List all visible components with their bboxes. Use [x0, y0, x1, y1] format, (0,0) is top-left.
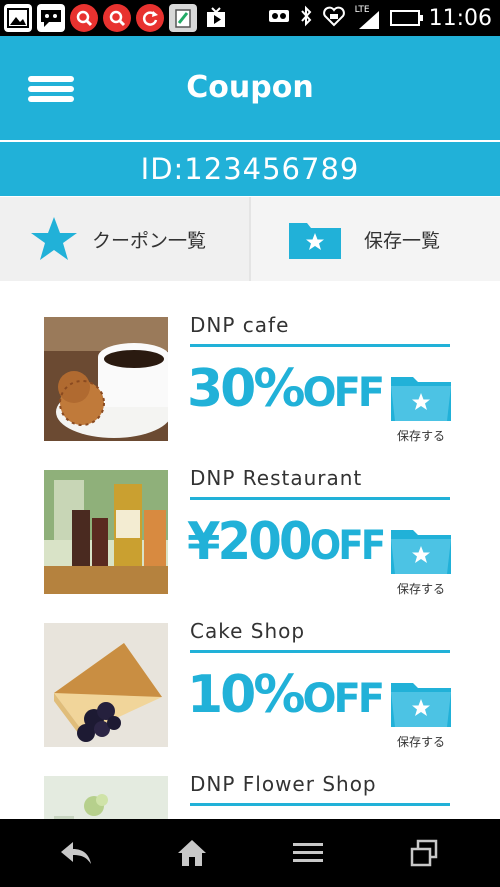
discount-value: 30%	[187, 359, 305, 419]
media-play-icon	[202, 4, 230, 32]
system-status-icons: LTE 11:06	[268, 0, 492, 36]
back-icon[interactable]	[46, 833, 106, 873]
discount-text: ¥200OFF	[187, 512, 386, 572]
search-app-icon	[70, 4, 98, 32]
status-bar: LTE 11:06	[0, 0, 500, 36]
notification-icons	[4, 4, 230, 32]
menu-icon[interactable]	[278, 833, 338, 873]
home-icon[interactable]	[162, 833, 222, 873]
sync-icon	[136, 4, 164, 32]
divider	[190, 344, 450, 347]
clock: 11:06	[428, 5, 492, 31]
divider	[190, 650, 450, 653]
gallery-icon	[4, 4, 32, 32]
coupon-image-coffee	[44, 317, 168, 441]
divider	[190, 497, 450, 500]
recent-apps-icon[interactable]	[394, 833, 454, 873]
coupon-image-cheesecake	[44, 623, 168, 747]
shop-name: DNP cafe	[190, 313, 290, 337]
bluetooth-icon	[299, 5, 313, 31]
folder-star-icon	[391, 530, 451, 574]
tab-saved-list[interactable]: 保存一覧	[251, 197, 500, 281]
coupon-item[interactable]: Cake Shop 10%OFF 保存する	[0, 587, 500, 749]
discount-suffix: OFF	[302, 676, 385, 722]
coupon-image-restaurant	[44, 470, 168, 594]
discount-text: 30%OFF	[187, 359, 385, 419]
folder-star-icon	[288, 218, 342, 260]
voicemail-icon	[268, 8, 290, 28]
coupon-item[interactable]: DNP Restaurant ¥200OFF 保存する	[0, 434, 500, 596]
heart-shield-icon	[322, 5, 346, 31]
message-icon	[37, 4, 65, 32]
tab-label: クーポン一覧	[92, 229, 207, 252]
shop-name: DNP Restaurant	[190, 466, 363, 490]
page-title: Coupon	[186, 70, 314, 105]
coupon-item[interactable]: DNP cafe 30%OFF 保存する	[0, 281, 500, 443]
battery-icon	[389, 10, 423, 26]
tab-label: 保存一覧	[364, 229, 441, 252]
coupon-image-flower	[44, 776, 168, 819]
tab-coupon-list[interactable]: クーポン一覧	[0, 197, 249, 281]
divider	[190, 803, 450, 806]
discount-value: ¥200	[187, 512, 312, 572]
shop-name: DNP Flower Shop	[190, 772, 377, 796]
clipboard-icon	[169, 4, 197, 32]
search-app-icon	[103, 4, 131, 32]
shop-name: Cake Shop	[190, 619, 306, 643]
signal-icon: LTE	[355, 5, 381, 31]
coupon-item[interactable]: DNP Flower Shop	[0, 740, 500, 819]
folder-star-icon	[391, 683, 451, 727]
user-id-bar: ID:123456789	[0, 142, 500, 196]
star-icon	[30, 216, 78, 262]
folder-star-icon	[391, 377, 451, 421]
discount-text: 10%OFF	[187, 665, 385, 725]
discount-value: 10%	[187, 665, 305, 725]
coupon-list: DNP cafe 30%OFF 保存する DNP Restaurant ¥200	[0, 281, 500, 819]
tab-bar: クーポン一覧 保存一覧	[0, 197, 500, 281]
app-header: Coupon	[0, 36, 500, 140]
navigation-bar	[0, 819, 500, 887]
discount-suffix: OFF	[309, 523, 386, 569]
discount-suffix: OFF	[302, 370, 385, 416]
